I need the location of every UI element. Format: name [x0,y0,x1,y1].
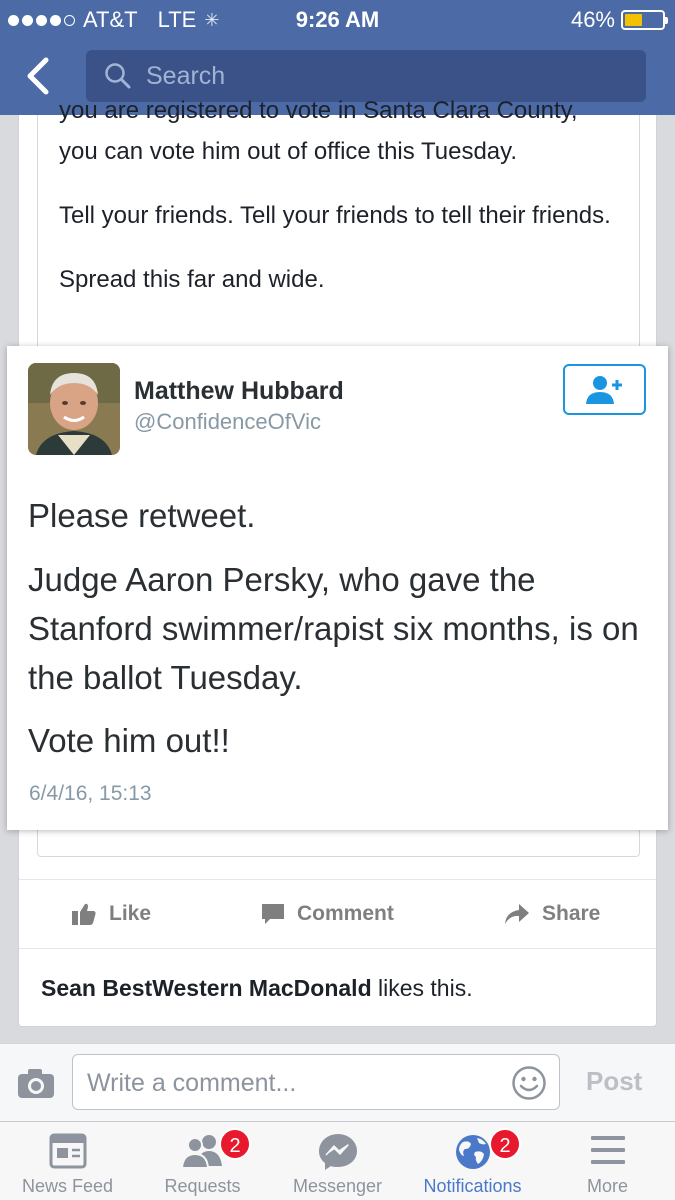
tweet-author-name[interactable]: Matthew Hubbard [134,377,344,406]
comment-composer: Post [0,1043,675,1121]
bottom-tab-bar: News Feed 2 Requests Messenger 2 Notific… [0,1121,675,1200]
messenger-icon [318,1134,357,1170]
news-feed-icon [49,1133,86,1169]
tweet-timestamp[interactable]: 6/4/16, 15:13 [29,782,152,806]
tab-label: Requests [164,1176,241,1196]
post-text-line: Tell your friends. Tell your friends to … [59,202,611,229]
share-button[interactable]: Share [504,880,600,948]
battery-percent: 46% [570,7,615,32]
embedded-tweet[interactable]: Matthew Hubbard @ConfidenceOfVic Please … [7,346,668,830]
post-comment-button[interactable]: Post [586,1066,642,1097]
tab-notifications[interactable]: 2 Notifications [405,1122,540,1200]
likes-suffix: likes this. [371,975,473,1001]
follow-button[interactable] [563,364,646,415]
tab-messenger[interactable]: Messenger [270,1122,405,1200]
status-bar: AT&T LTE ✳ 9:26 AM 46% [0,0,675,38]
tweet-body: Please retweet. Judge Aaron Persky, who … [28,491,648,765]
menu-icon [590,1136,625,1164]
likes-summary: Sean BestWestern MacDonald likes this. [41,975,473,1002]
tab-label: Notifications [423,1176,522,1196]
tab-label: News Feed [21,1176,114,1196]
post-text: you are registered to vote in Santa Clar… [59,97,639,296]
search-input[interactable] [146,61,626,91]
comment-field[interactable] [72,1054,560,1110]
smiley-icon [512,1066,546,1100]
share-label: Share [542,902,601,925]
chevron-left-icon [27,57,49,95]
post-text-line: Spread this far and wide. [59,266,325,293]
comment-label: Comment [297,902,394,925]
tab-more[interactable]: More [540,1122,675,1200]
requests-badge: 2 [219,1128,251,1160]
thumbs-up-icon [72,903,96,925]
battery-icon [621,10,668,30]
tweet-text-line: Please retweet. [28,497,256,534]
like-label: Like [109,902,152,925]
tab-news-feed[interactable]: News Feed [0,1122,135,1200]
globe-icon [455,1135,490,1169]
comment-input[interactable] [87,1065,497,1101]
post-text-line-clipped: you are registered to vote in Santa Clar… [59,97,578,124]
post-action-bar: Like Comment Share [19,879,656,949]
friend-requests-icon [180,1135,222,1169]
tab-label: More [586,1176,628,1196]
share-arrow-icon [505,904,529,924]
notifications-badge: 2 [489,1128,521,1160]
camera-icon [18,1069,54,1098]
avatar-photo [28,363,120,455]
liker-name[interactable]: Sean BestWestern MacDonald [41,975,372,1001]
post-text-blank [59,232,639,264]
comment-icon [262,904,284,924]
post-text-line: you can vote him out of office this Tues… [59,138,518,165]
tweet-text-line: Vote him out!! [28,722,230,759]
tab-label: Messenger [292,1176,383,1196]
camera-button[interactable] [16,1066,56,1100]
comment-button[interactable]: Comment [261,880,394,948]
add-user-icon [585,375,622,404]
back-button[interactable] [18,52,62,100]
search-icon [105,63,131,89]
post-text-blank [59,168,639,200]
tweet-avatar[interactable] [28,363,120,455]
emoji-button[interactable] [511,1065,547,1101]
tweet-author-handle[interactable]: @ConfidenceOfVic [134,409,321,435]
like-button[interactable]: Like [71,880,151,948]
status-right: 46% [570,7,668,33]
tab-requests[interactable]: 2 Requests [135,1122,270,1200]
tweet-text-line: Judge Aaron Persky, who gave the Stanfor… [28,561,639,696]
